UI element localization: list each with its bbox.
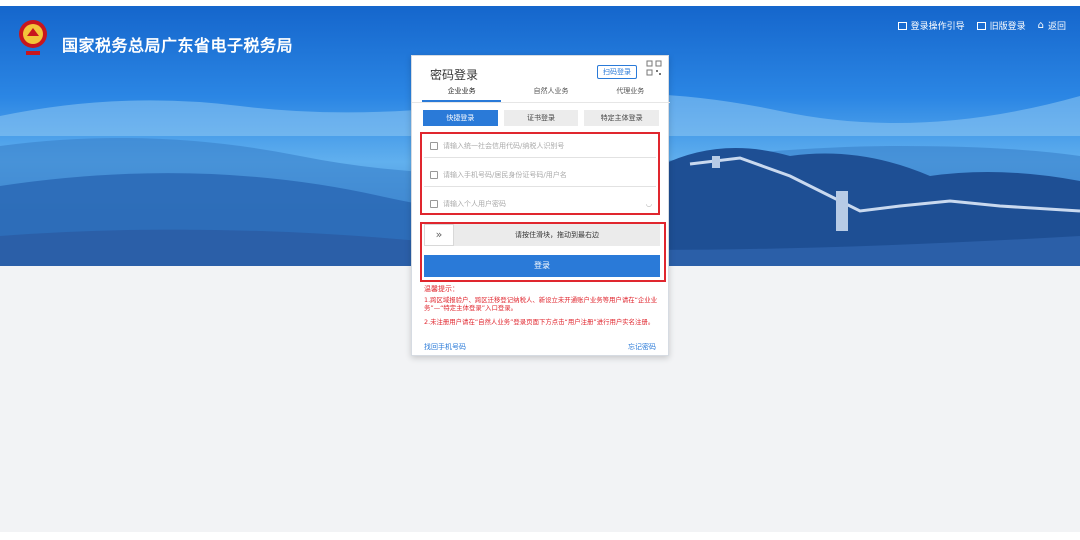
tip-2: 2.未注册用户请在“自然人业务”登录页面下方点击“用户注册”进行用户实名注册。	[424, 318, 655, 326]
mode-quick-login[interactable]: 快捷登录	[423, 110, 498, 126]
home-label: 返回	[1047, 22, 1066, 32]
user-icon	[430, 170, 438, 179]
slider-captcha: » 请按住滑块，拖动到最右边	[424, 224, 660, 246]
old-version-label: 旧版登录	[989, 22, 1026, 32]
home-icon: ⌂	[1037, 19, 1044, 31]
login-card: 密码登录 扫码登录 企业业务 自然人业务 代理业务 快捷登录 证书登录 特定主体…	[411, 55, 670, 356]
login-guide-link[interactable]: 登录操作引导	[897, 19, 965, 32]
tips-title: 温馨提示：	[424, 285, 459, 293]
slider-text: 请按住滑块，拖动到最右边	[515, 231, 599, 239]
mode-certificate-login[interactable]: 证书登录	[503, 110, 579, 126]
forgot-password-link[interactable]: 忘记密码	[628, 342, 656, 352]
eye-toggle-icon[interactable]: ◡	[646, 200, 652, 208]
guide-icon	[897, 21, 907, 30]
user-type-tabs: 企业业务 自然人业务 代理业务	[412, 84, 670, 102]
login-mode-tabs: 快捷登录 证书登录 特定主体登录	[423, 110, 660, 126]
login-button[interactable]: 登录	[424, 255, 660, 277]
lock-icon	[430, 200, 438, 208]
password-placeholder: 请输入个人用户密码	[443, 200, 506, 208]
window-icon	[976, 21, 986, 30]
mode-special-entity-login[interactable]: 特定主体登录	[584, 110, 660, 126]
tax-id-field[interactable]: 请输入统一社会信用代码/纳税人识别号	[424, 134, 656, 158]
login-title: 密码登录	[430, 68, 479, 82]
tab-agent[interactable]: 代理业务	[591, 84, 670, 102]
footer-line	[0, 532, 1080, 540]
home-link[interactable]: ⌂ 返回	[1038, 19, 1066, 32]
old-version-login-link[interactable]: 旧版登录	[976, 19, 1026, 32]
recover-phone-link[interactable]: 找回手机号码	[424, 342, 466, 352]
top-links: 登录操作引导 旧版登录 ⌂ 返回	[897, 19, 1066, 32]
password-field[interactable]: 请输入个人用户密码 ◡	[424, 192, 656, 216]
login-guide-label: 登录操作引导	[910, 22, 965, 32]
tab-individual[interactable]: 自然人业务	[511, 84, 590, 102]
tax-id-placeholder: 请输入统一社会信用代码/纳税人识别号	[443, 141, 565, 150]
site-title: 国家税务总局广东省电子税务局	[62, 36, 294, 55]
tab-divider	[412, 102, 670, 103]
slider-handle[interactable]: »	[424, 224, 454, 246]
qr-code-icon[interactable]	[646, 60, 662, 76]
tab-enterprise[interactable]: 企业业务	[422, 84, 502, 102]
account-field[interactable]: 请输入手机号码/居民身份证号码/用户名	[424, 163, 656, 187]
tip-1: 1.跨区域报验户、跨区迁移登记纳税人、新设立未开通账户业务等用户请在“企业业务”…	[424, 296, 658, 312]
tax-emblem-logo	[19, 20, 47, 55]
qr-login-button[interactable]: 扫码登录	[597, 65, 637, 79]
id-card-icon	[430, 141, 438, 150]
account-placeholder: 请输入手机号码/居民身份证号码/用户名	[443, 170, 567, 179]
